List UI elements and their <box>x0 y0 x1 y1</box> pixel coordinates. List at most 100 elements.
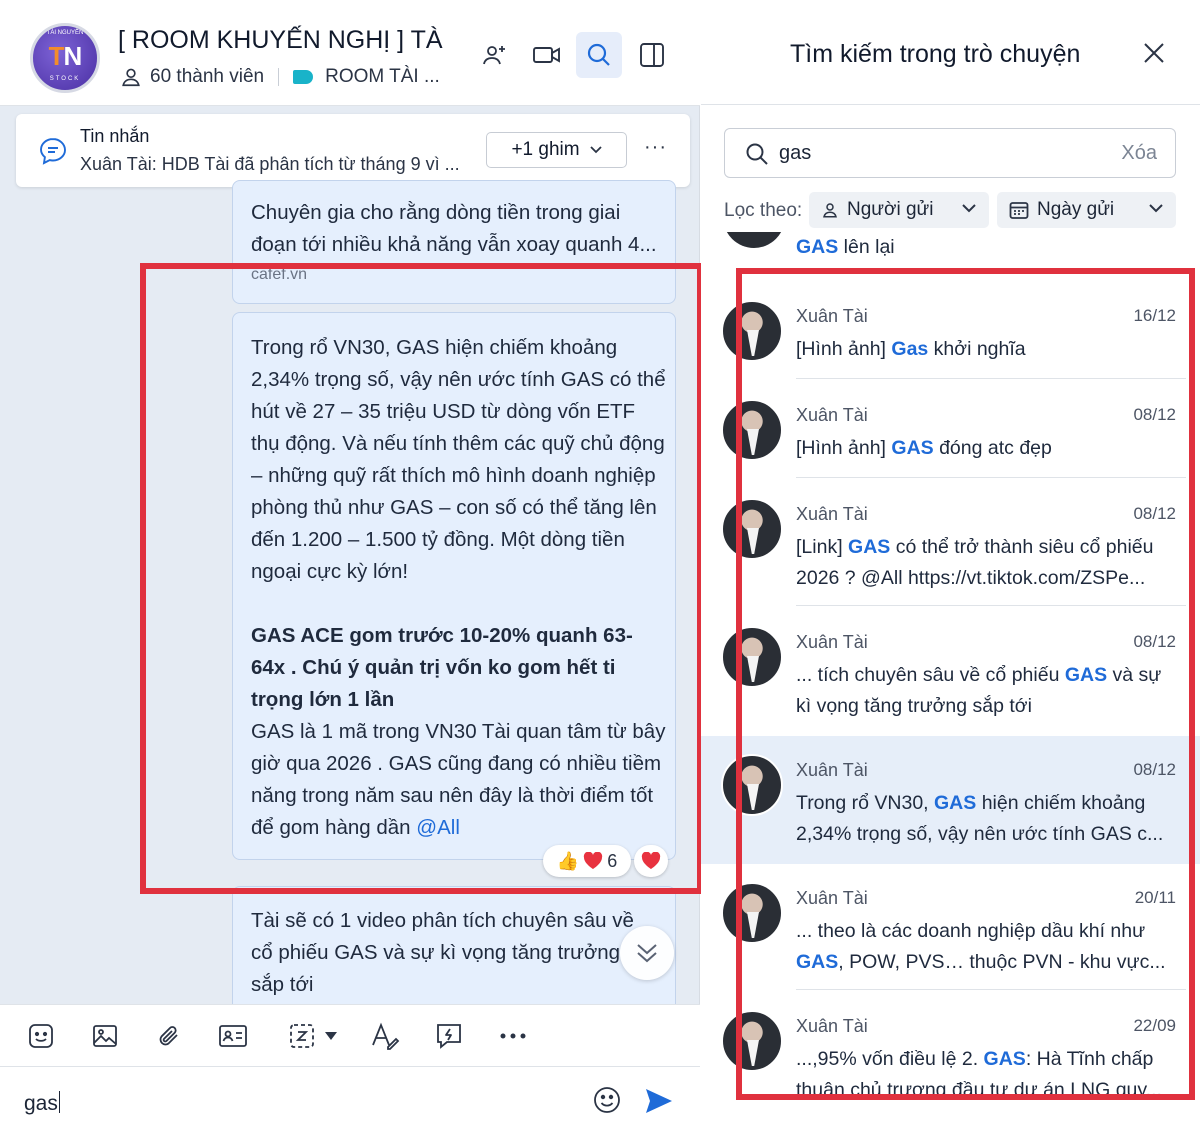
result-text-post: , POW, PVS… thuộc PVN - khu vực... <box>838 951 1166 973</box>
send-icon[interactable] <box>644 1087 674 1115</box>
result-text: ... tích chuyên sâu về cổ phiếu GAS và s… <box>796 660 1176 722</box>
divider <box>796 605 1186 606</box>
result-sender: Xuân Tài <box>796 632 868 652</box>
search-button[interactable] <box>576 32 622 78</box>
result-text-pre: Trong rổ VN30, <box>796 792 935 814</box>
result-text-pre: [Hình ảnh] <box>796 437 892 459</box>
screenshot-button[interactable] <box>282 1019 344 1053</box>
quick-message-button[interactable] <box>432 1019 466 1053</box>
avatar-small-text: TÀI NGUYỄN <box>46 30 84 36</box>
close-icon[interactable] <box>1141 40 1167 66</box>
more-icon <box>500 1033 526 1039</box>
group-title[interactable]: [ ROOM KHUYẾN NGHỊ ] TÀ <box>118 26 443 55</box>
search-match: GAS <box>983 1048 1026 1070</box>
filter-label: Lọc theo: <box>724 200 803 221</box>
search-result-item[interactable]: Xuân Tài 08/12 [Hình ảnh] GAS đóng atc đ… <box>701 381 1200 480</box>
result-text-pre: ...,95% vốn điều lệ 2. <box>796 1048 984 1070</box>
chat-header: TÀI NGUYỄN TN STOCK [ ROOM KHUYẾN NGHỊ ]… <box>0 0 700 106</box>
search-match: GAS <box>1064 664 1108 686</box>
more-options-button[interactable] <box>496 1019 530 1053</box>
chevron-down-icon <box>1149 204 1163 213</box>
sidebar-toggle-icon <box>640 43 664 67</box>
filter-date-label: Ngày gửi <box>1037 199 1115 220</box>
search-result-item[interactable]: Xuân Tài 16/12 [Hình ảnh] Gas khởi nghĩa <box>701 282 1200 381</box>
message-icon <box>40 138 66 165</box>
thumbs-up-icon: 👍 <box>556 850 580 871</box>
paperclip-icon <box>159 1026 178 1046</box>
avatar <box>721 1010 783 1072</box>
avatar-initial-t: T <box>48 41 65 71</box>
result-sender: Xuân Tài <box>796 405 868 425</box>
screenshot-icon <box>290 1024 314 1048</box>
mention-all[interactable]: @All <box>416 816 460 839</box>
result-sender: Xuân Tài <box>796 760 868 780</box>
pin-count-label: +1 ghim <box>511 139 580 160</box>
search-result-item[interactable]: Xuân Tài 08/12 [Link] GAS có thể trở thà… <box>701 480 1200 608</box>
attach-button[interactable] <box>152 1019 186 1053</box>
search-result-item-active[interactable]: Xuân Tài 08/12 Trong rổ VN30, GAS hiện c… <box>701 736 1200 864</box>
video-call-button[interactable] <box>524 32 570 78</box>
sticker-icon <box>29 1024 53 1048</box>
avatar-stock-text: STOCK <box>49 76 81 82</box>
divider <box>796 989 1186 990</box>
avatar <box>721 754 783 816</box>
filter-date-dropdown[interactable]: Ngày gửi <box>997 192 1176 228</box>
search-result-item[interactable]: Xuân Tài 20/11 ... theo là các doanh ngh… <box>701 864 1200 992</box>
contact-card-button[interactable] <box>216 1019 250 1053</box>
divider <box>701 104 1200 105</box>
sidebar-toggle-button[interactable] <box>629 32 675 78</box>
filter-sender-dropdown[interactable]: Người gửi <box>809 192 989 228</box>
search-result-item[interactable]: Xuân Tài 22/09 ...,95% vốn điều lệ 2. GA… <box>701 992 1200 1130</box>
pin-count-button[interactable]: +1 ghim <box>486 132 627 168</box>
scroll-to-bottom-button[interactable] <box>620 926 674 980</box>
sticker-button[interactable] <box>24 1019 58 1053</box>
reaction-summary[interactable]: 👍 6 <box>543 845 631 877</box>
group-meta: 60 thành viên ROOM TÀI ... <box>120 64 440 90</box>
image-button[interactable] <box>88 1019 122 1053</box>
result-text: Trong rổ VN30, GAS hiện chiếm khoảng 2,3… <box>796 788 1176 850</box>
avatar <box>721 498 783 560</box>
video-call-icon <box>533 47 560 63</box>
result-date: 16/12 <box>1133 306 1176 325</box>
result-text-post: khởi nghĩa <box>928 338 1026 360</box>
member-count[interactable]: 60 thành viên <box>150 66 264 88</box>
result-sender: Xuân Tài <box>796 504 868 524</box>
pinned-text: Xuân Tài: HDB Tài đã phân tích từ tháng … <box>80 154 460 174</box>
search-icon <box>587 43 610 66</box>
pinned-title: Tin nhắn <box>80 126 150 146</box>
group-avatar[interactable]: TÀI NGUYỄN TN STOCK <box>30 23 100 93</box>
search-field[interactable]: gas Xóa <box>724 128 1176 178</box>
text-format-icon <box>372 1022 400 1050</box>
chevron-down-icon <box>962 204 976 213</box>
message-bold-text: GAS ACE gom trước 10-20% quanh 63-64x . … <box>251 624 633 711</box>
group-tag[interactable]: ROOM TÀI ... <box>325 66 440 88</box>
result-text: [Hình ảnh] GAS đóng atc đẹp <box>796 433 1176 464</box>
heart-icon <box>641 852 661 869</box>
message-bubble-highlighted[interactable]: Trong rổ VN30, GAS hiện chiếm khoảng 2,3… <box>232 312 676 860</box>
result-date: 08/12 <box>1133 504 1176 523</box>
message-text-2: GAS là 1 mã trong VN30 Tài quan tâm từ b… <box>251 716 666 844</box>
search-match: GAS <box>848 536 891 558</box>
clear-search-button[interactable]: Xóa <box>1121 142 1157 165</box>
format-text-button[interactable] <box>368 1019 402 1053</box>
result-text-pre: ... tích chuyên sâu về cổ phiếu <box>796 664 1065 686</box>
pinned-message-bar[interactable]: Tin nhắn Xuân Tài: HDB Tài đã phân tích … <box>16 114 690 187</box>
message-composer[interactable]: gas <box>0 1066 700 1130</box>
search-result-item[interactable]: Xuân Tài 08/12 ... tích chuyên sâu về cổ… <box>701 608 1200 736</box>
contact-card-icon <box>219 1025 247 1047</box>
result-text: [Hình ảnh] Gas khởi nghĩa <box>796 334 1176 365</box>
reaction-count: 6 <box>607 850 618 871</box>
search-input[interactable]: gas <box>779 142 811 165</box>
divider <box>796 477 1186 478</box>
search-result-partial[interactable]: GAS lên lại <box>796 236 895 259</box>
pinned-more-button[interactable]: ··· <box>644 136 667 159</box>
avatar <box>721 300 783 362</box>
message-bubble[interactable]: Chuyên gia cho rằng dòng tiền trong giai… <box>232 180 676 304</box>
react-button[interactable] <box>634 845 668 877</box>
emoji-icon[interactable] <box>592 1085 622 1115</box>
add-member-button[interactable] <box>472 32 518 78</box>
message-input[interactable]: gas <box>24 1091 60 1116</box>
link-source[interactable]: cafef.vn <box>251 259 307 291</box>
message-text: Trong rổ VN30, GAS hiện chiếm khoảng 2,3… <box>251 336 666 583</box>
search-match: GAS <box>891 437 934 459</box>
